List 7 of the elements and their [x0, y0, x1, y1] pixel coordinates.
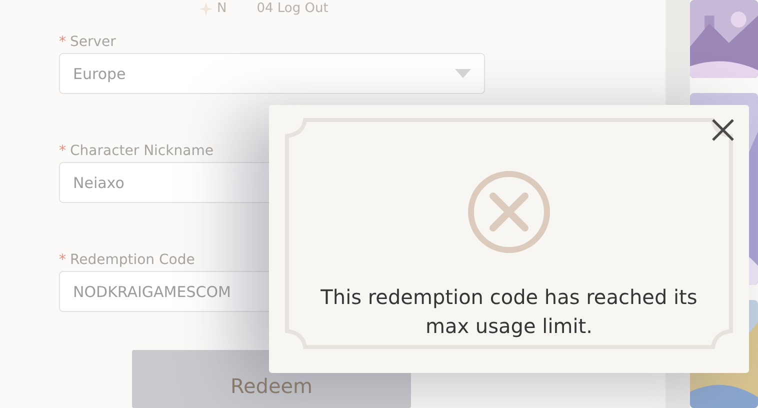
- field-label: Character Nickname: [70, 143, 214, 162]
- required-mark: *: [59, 34, 66, 52]
- field-label: Redemption Code: [70, 252, 195, 270]
- required-mark: *: [59, 252, 66, 270]
- error-message: This redemption code has reached its max usage limit.: [320, 284, 698, 340]
- field-label: Server: [70, 34, 116, 52]
- required-mark: *: [59, 143, 66, 162]
